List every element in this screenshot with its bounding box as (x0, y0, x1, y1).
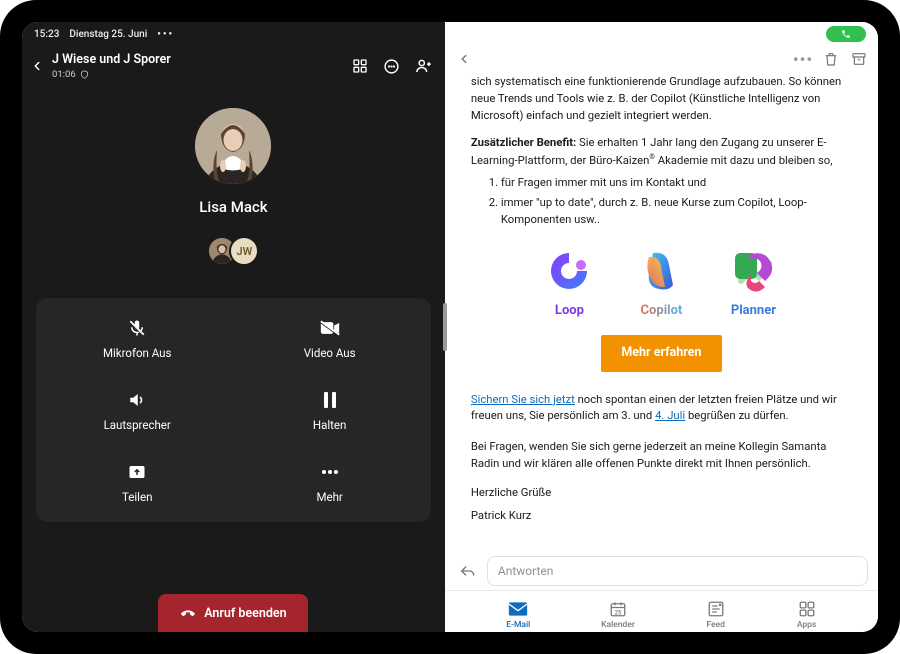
calendar-icon: 25 (608, 600, 628, 618)
app-label: Loop (555, 301, 584, 321)
mail-paragraph: Sichern Sie sich jetzt noch spontan eine… (471, 392, 852, 426)
video-off-icon (320, 318, 340, 338)
app-label: Copilot (641, 301, 683, 321)
call-title: J Wiese und J Sporer (52, 52, 345, 67)
benefit-label: Zusätzlicher Benefit: (471, 136, 576, 149)
speaker-button[interactable]: Lautsprecher (46, 390, 228, 432)
tab-feed[interactable]: Feed (706, 600, 726, 630)
end-call-button[interactable]: Anruf beenden (158, 594, 308, 632)
hold-label: Halten (313, 418, 346, 432)
svg-text:25: 25 (615, 609, 622, 616)
active-call-pill[interactable] (826, 26, 866, 42)
mail-body[interactable]: sich systematisch eine funktionierende G… (445, 72, 878, 552)
end-call-label: Anruf beenden (204, 606, 286, 621)
share-label: Teilen (122, 490, 152, 504)
participant-avatar[interactable] (195, 108, 271, 184)
share-screen-icon (127, 462, 147, 482)
people-add-icon[interactable] (415, 57, 433, 75)
ipad-frame: 15:23 Dienstag 25. Juni ••• J Wiese und … (0, 0, 900, 654)
call-header: J Wiese und J Sporer 01:06 (22, 46, 445, 86)
planner-icon (729, 247, 777, 295)
split-screen: 15:23 Dienstag 25. Juni ••• J Wiese und … (22, 22, 878, 632)
status-bar-right (445, 22, 878, 46)
tab-label: Apps (797, 620, 817, 630)
reply-placeholder: Antworten (498, 564, 554, 578)
call-app-pane: 15:23 Dienstag 25. Juni ••• J Wiese und … (22, 22, 445, 632)
app-badges-row: Loop Copilot Planner (471, 247, 852, 321)
reply-collapse-icon[interactable] (455, 559, 479, 583)
video-toggle-button[interactable]: Video Aus (238, 318, 420, 360)
nav-back-icon[interactable] (455, 50, 473, 68)
speaker-label: Lautsprecher (104, 418, 171, 432)
tab-apps[interactable]: Apps (797, 600, 817, 630)
cta-button[interactable]: Mehr erfahren (601, 335, 721, 372)
tab-email[interactable]: E-Mail (506, 600, 530, 630)
tab-label: E-Mail (506, 620, 530, 630)
mail-app-pane: ••• sich systematisch eine funktionieren… (445, 22, 878, 632)
shield-icon (80, 70, 89, 79)
call-title-block[interactable]: J Wiese und J Sporer 01:06 (52, 52, 345, 80)
list-item: immer "up to date", durch z. B. neue Kur… (501, 195, 852, 229)
pause-icon (320, 390, 340, 410)
reserve-link[interactable]: Sichern Sie sich jetzt (471, 393, 575, 406)
mail-toolbar: ••• (445, 46, 878, 72)
more-button[interactable]: Mehr (238, 462, 420, 504)
copilot-icon (637, 247, 685, 295)
archive-icon[interactable] (850, 50, 868, 68)
overflow-menu-icon[interactable]: ••• (794, 50, 812, 68)
mic-toggle-button[interactable]: Mikrofon Aus (46, 318, 228, 360)
tab-label: Kalender (601, 620, 635, 630)
status-time: 15:23 (34, 29, 59, 40)
mic-label: Mikrofon Aus (103, 346, 171, 360)
apps-grid-icon (797, 600, 817, 618)
mail-text: begrüßen zu dürfen. (685, 409, 788, 422)
more-label: Mehr (316, 490, 342, 504)
bottom-tab-bar: E-Mail 25 Kalender Feed (445, 590, 878, 632)
status-more-icon[interactable]: ••• (157, 29, 174, 40)
call-duration: 01:06 (52, 69, 76, 80)
reply-input[interactable]: Antworten (487, 556, 868, 586)
loop-icon (545, 247, 593, 295)
mail-paragraph: sich systematisch eine funktionierende G… (471, 74, 852, 125)
more-icon (320, 462, 340, 482)
date-link[interactable]: 4. Juli (655, 409, 685, 422)
mail-sender: Patrick Kurz (471, 508, 852, 525)
planner-badge[interactable]: Planner (729, 247, 777, 321)
benefit-list: für Fragen immer mit uns im Kontakt und … (501, 175, 852, 229)
participant-area: Lisa Mack JW (22, 86, 445, 266)
speaker-icon (127, 390, 147, 410)
participant-list[interactable]: JW (207, 236, 259, 266)
delete-icon[interactable] (822, 50, 840, 68)
copilot-badge[interactable]: Copilot (637, 247, 685, 321)
mic-off-icon (127, 318, 147, 338)
email-icon (508, 600, 528, 618)
reply-bar: Antworten (445, 552, 878, 590)
avatar-initials[interactable]: JW (229, 236, 259, 266)
call-controls-panel: Mikrofon Aus Video Aus Lautsprecher (36, 298, 431, 522)
split-drag-handle[interactable] (443, 303, 447, 351)
loop-badge[interactable]: Loop (545, 247, 593, 321)
mail-text: Akademie mit dazu und bleiben so, (655, 154, 833, 167)
tab-label: Feed (706, 620, 725, 630)
hold-button[interactable]: Halten (238, 390, 420, 432)
mail-paragraph: Bei Fragen, wenden Sie sich gerne jederz… (471, 439, 852, 473)
tab-calendar[interactable]: 25 Kalender (601, 600, 635, 630)
back-chevron-icon[interactable] (28, 57, 46, 75)
participant-name: Lisa Mack (199, 198, 267, 216)
video-label: Video Aus (304, 346, 356, 360)
hangup-icon (180, 605, 196, 621)
mail-paragraph: Zusätzlicher Benefit: Sie erhalten 1 Jah… (471, 135, 852, 170)
list-item: für Fragen immer mit uns im Kontakt und (501, 175, 852, 192)
share-button[interactable]: Teilen (46, 462, 228, 504)
feed-icon (706, 600, 726, 618)
app-label: Planner (731, 301, 776, 321)
mail-closing: Herzliche Grüße (471, 485, 852, 502)
layout-grid-icon[interactable] (351, 57, 369, 75)
status-bar: 15:23 Dienstag 25. Juni ••• (22, 22, 445, 46)
chat-icon[interactable] (383, 57, 401, 75)
status-date: Dienstag 25. Juni (69, 29, 147, 40)
